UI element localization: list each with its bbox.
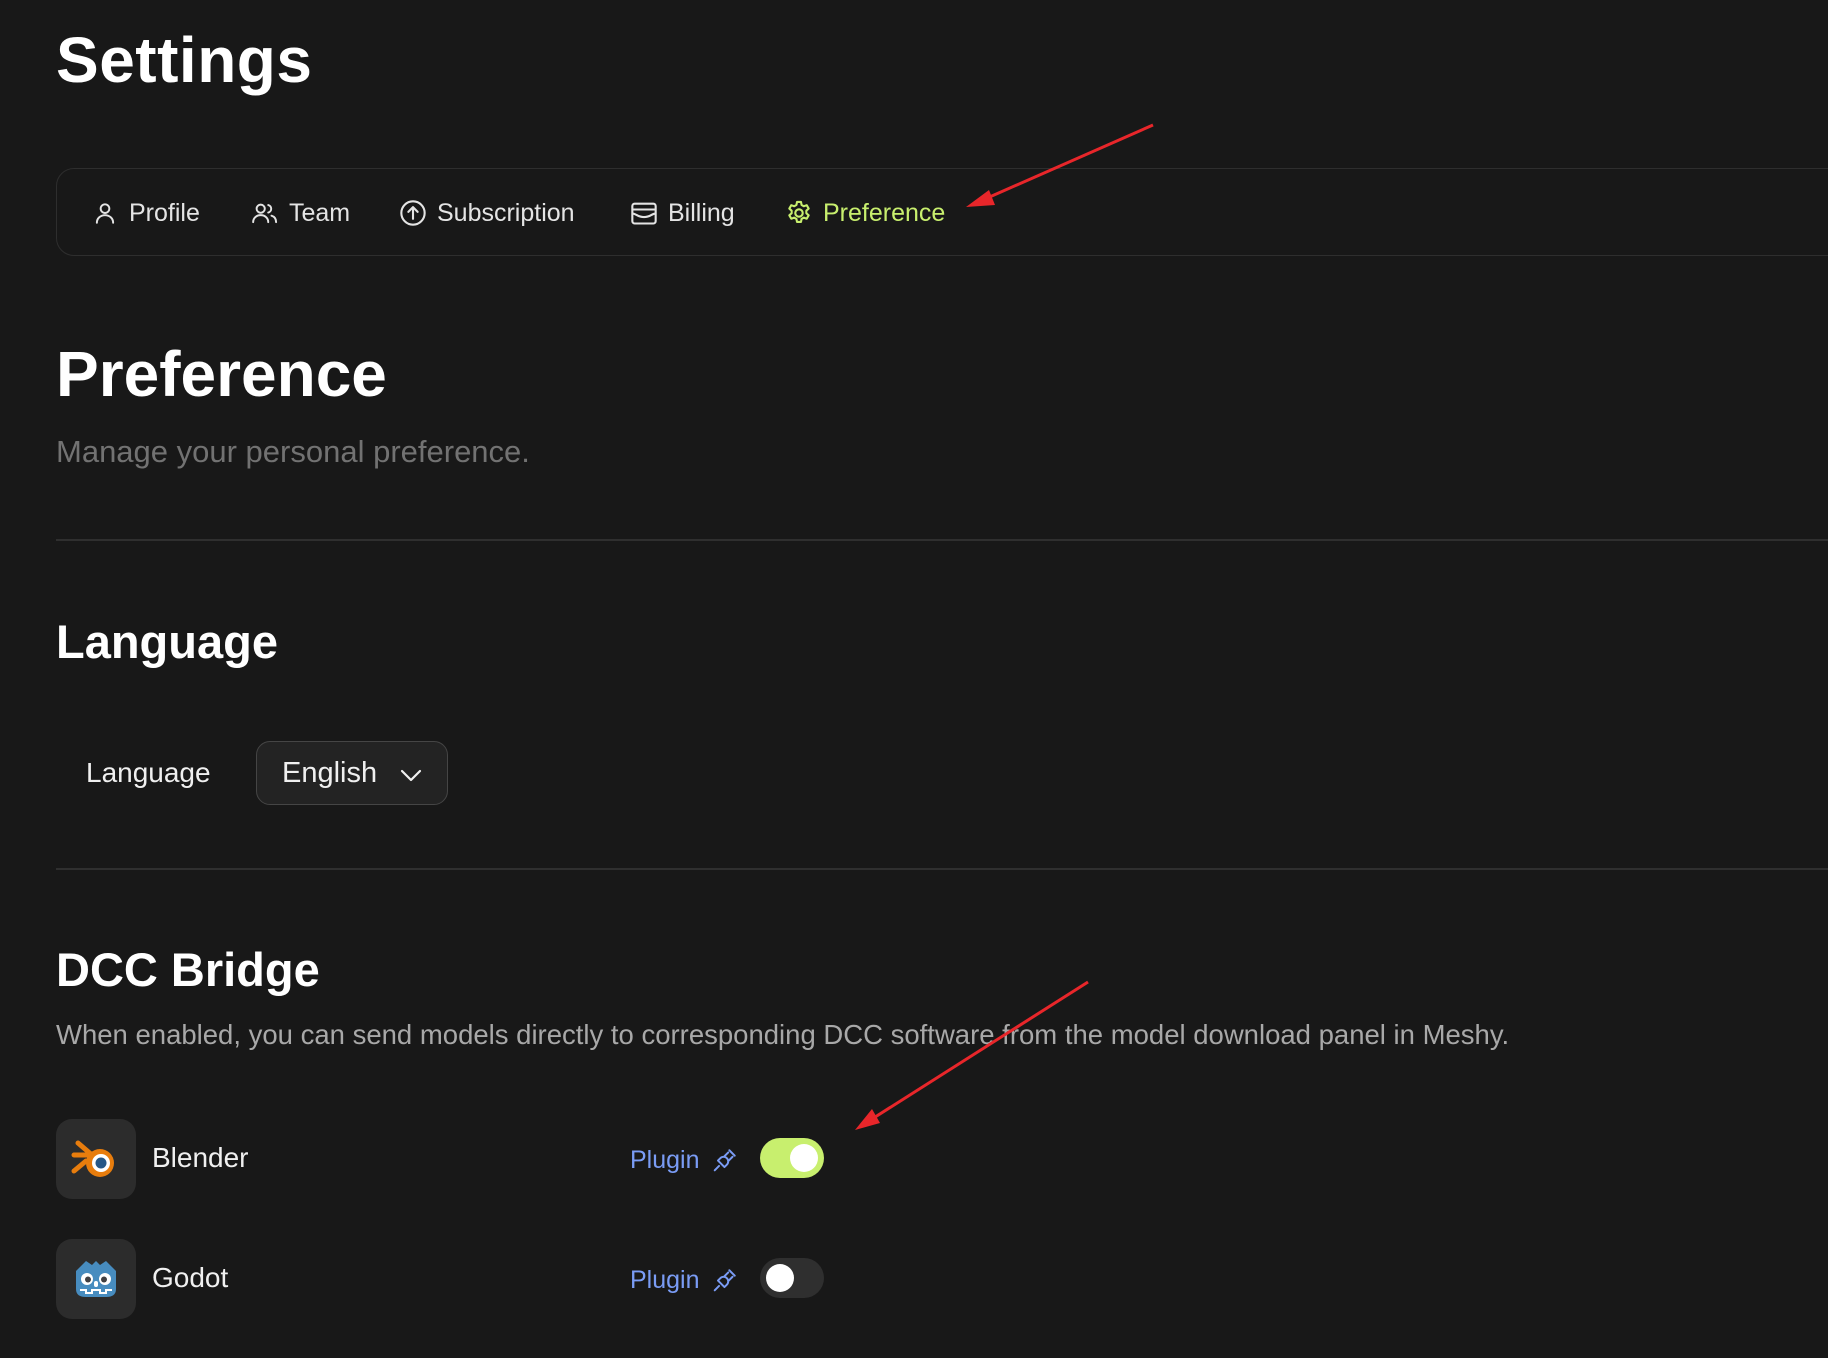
tab-preference[interactable]: Preference — [785, 169, 945, 257]
user-icon — [91, 199, 119, 227]
section-heading-language: Language — [56, 615, 278, 668]
page-title: Settings — [56, 24, 313, 96]
blender-logo-icon — [56, 1119, 136, 1199]
tab-team[interactable]: Team — [251, 169, 350, 257]
language-select[interactable]: English — [256, 741, 448, 805]
plug-icon — [712, 1267, 738, 1293]
tab-profile[interactable]: Profile — [91, 169, 200, 257]
language-label: Language — [86, 757, 211, 788]
plug-icon — [712, 1147, 738, 1173]
settings-page: Settings Profile Team Subscription Billi… — [0, 0, 1828, 1358]
section-heading-preference: Preference — [56, 338, 387, 410]
divider — [56, 539, 1828, 541]
plugin-label: Plugin — [630, 1266, 700, 1294]
tab-label: Profile — [129, 198, 200, 227]
users-icon — [251, 199, 279, 227]
chevron-down-icon — [399, 762, 423, 786]
toggle-knob — [766, 1264, 794, 1292]
gear-icon — [785, 199, 813, 227]
blender-toggle[interactable] — [760, 1138, 824, 1178]
tab-label: Subscription — [437, 198, 575, 227]
divider — [56, 868, 1828, 870]
tab-label: Team — [289, 198, 351, 227]
blender-plugin-link[interactable]: Plugin — [630, 1143, 738, 1177]
section-subtitle: Manage your personal preference. — [56, 434, 530, 469]
tab-billing[interactable]: Billing — [630, 169, 735, 257]
tab-label: Billing — [668, 198, 735, 227]
app-name-blender: Blender — [152, 1142, 249, 1173]
app-name-godot: Godot — [152, 1262, 229, 1293]
godot-toggle[interactable] — [760, 1258, 824, 1298]
settings-tab-bar: Profile Team Subscription Billing Prefer… — [56, 168, 1828, 256]
language-select-value: English — [282, 756, 378, 789]
godot-plugin-link[interactable]: Plugin — [630, 1263, 738, 1297]
wallet-icon — [630, 199, 658, 227]
godot-logo-icon — [56, 1239, 136, 1319]
annotation-arrow — [855, 980, 1089, 1130]
plugin-label: Plugin — [630, 1146, 700, 1174]
dcc-description: When enabled, you can send models direct… — [56, 1019, 1510, 1050]
tab-subscription[interactable]: Subscription — [399, 169, 575, 257]
tab-label: Preference — [823, 198, 946, 227]
upgrade-circle-icon — [399, 199, 427, 227]
section-heading-dcc-bridge: DCC Bridge — [56, 943, 320, 996]
toggle-knob — [790, 1144, 818, 1172]
